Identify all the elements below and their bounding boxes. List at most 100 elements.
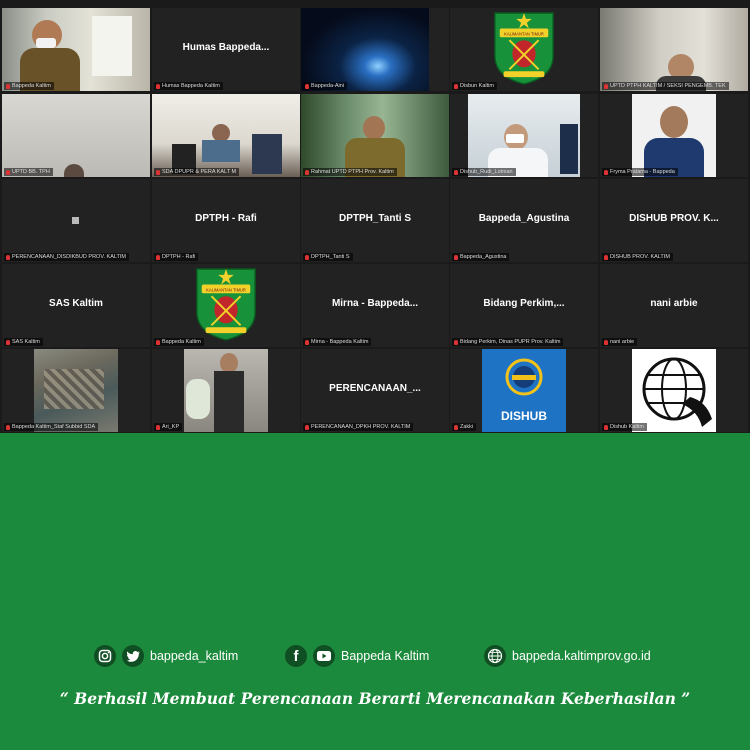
instagram-twitter-handle[interactable]: bappeda_kaltim bbox=[94, 645, 238, 667]
participant-name: UPTD PTPH KALTIM / SEKSI PENGEMB. TEK bbox=[610, 83, 726, 89]
globe-gear-emblem-icon bbox=[642, 357, 712, 427]
participant-tile[interactable]: DISHUB PROV. K... DISHUB PROV. KALTIM bbox=[600, 179, 748, 262]
muted-mic-icon bbox=[6, 424, 10, 430]
participant-name-label: Dishub Kaltim bbox=[602, 423, 647, 431]
participant-display-name: Bappeda_Agustina bbox=[478, 213, 570, 224]
participant-name: Ari_KP bbox=[162, 424, 180, 430]
participant-name: Bappeda Kaltim_Staf Subbid SDA bbox=[12, 424, 96, 430]
participant-name-label: DPTPH - Rafi bbox=[154, 253, 199, 261]
participant-name: PERENCANAAN_DPKH PROV. KALTIM bbox=[311, 424, 411, 430]
muted-mic-icon bbox=[6, 83, 10, 89]
facebook-icon: f bbox=[285, 645, 307, 667]
muted-mic-icon bbox=[305, 424, 309, 430]
participant-name-label: nani arbie bbox=[602, 338, 638, 346]
participant-name-label: Rahmat UPTD PTPH Prov. Kaltim bbox=[303, 168, 397, 176]
muted-mic-icon bbox=[6, 169, 10, 175]
kaltim-emblem-icon: KALIMANTAN TIMUR bbox=[196, 268, 256, 341]
muted-mic-icon bbox=[604, 254, 608, 260]
participant-tile[interactable]: Bappeda Kaltim bbox=[2, 8, 150, 91]
participant-display-name: SAS Kaltim bbox=[49, 298, 103, 309]
participant-name-label: Fryma Pratama - Bappeda bbox=[602, 168, 678, 176]
participant-name-label: Bidang Perkim, Dinas PUPR Prov. Kaltim bbox=[452, 338, 564, 346]
instagram-handle: bappeda_kaltim bbox=[150, 649, 239, 663]
participant-name-label: SAS Kaltim bbox=[4, 338, 43, 346]
participant-name-label: Ari_KP bbox=[154, 423, 183, 431]
participant-tile[interactable]: PERENCANAAN_... PERENCANAAN_DPKH PROV. KA… bbox=[301, 349, 449, 432]
participant-tile[interactable]: Dishub Kaltim bbox=[600, 349, 748, 432]
muted-mic-icon bbox=[604, 169, 608, 175]
muted-mic-icon bbox=[604, 424, 608, 430]
instagram-icon bbox=[94, 645, 116, 667]
participant-tile[interactable]: UPTD BB. TPH bbox=[2, 94, 150, 177]
participant-tile[interactable]: DPTPH - Rafi DPTPH - Rafi bbox=[152, 179, 300, 262]
participant-tile[interactable]: Humas Bappeda... Humas Bappeda Kaltim bbox=[152, 8, 300, 91]
muted-mic-icon bbox=[305, 254, 309, 260]
participant-name: Fryma Pratama - Bappeda bbox=[610, 169, 675, 175]
muted-mic-icon bbox=[156, 339, 160, 345]
placeholder-square bbox=[72, 217, 79, 224]
participant-display-name: DISHUB PROV. K... bbox=[629, 213, 719, 224]
website-link[interactable]: bappeda.kaltimprov.go.id bbox=[484, 645, 651, 667]
participant-name-label: PERENCANAAN_DPKH PROV. KALTIM bbox=[303, 423, 414, 431]
participant-tile[interactable]: Mirna - Bappeda... Mirna - Bappeda Kaltim bbox=[301, 264, 449, 347]
muted-mic-icon bbox=[454, 254, 458, 260]
motto-quote: “ Berhasil Membuat Perencanaan Berarti M… bbox=[59, 689, 691, 708]
participant-tile[interactable]: Bidang Perkim,... Bidang Perkim, Dinas PU… bbox=[450, 264, 598, 347]
participant-tile[interactable]: Bappeda_Agustina Bappeda_Agustina bbox=[450, 179, 598, 262]
participant-name-label: DPTPH_Tanti S bbox=[303, 253, 353, 261]
participant-tile[interactable]: DPTPH_Tanti S DPTPH_Tanti S bbox=[301, 179, 449, 262]
participant-tile[interactable]: Bappeda Kaltim_Staf Subbid SDA bbox=[2, 349, 150, 432]
participant-tile[interactable]: UPTD PTPH KALTIM / SEKSI PENGEMB. TEK bbox=[600, 8, 748, 91]
participant-tile[interactable]: nani arbie nani arbie bbox=[600, 264, 748, 347]
muted-mic-icon bbox=[454, 339, 458, 345]
website-url: bappeda.kaltimprov.go.id bbox=[512, 649, 651, 663]
participant-tile[interactable]: SDA DPUPR & PERA KALT M bbox=[152, 94, 300, 177]
participant-tile[interactable]: Dishub_Rudi_Lotnian bbox=[450, 94, 598, 177]
participant-tile[interactable]: Bappeda-Aini bbox=[301, 8, 449, 91]
participant-name: SAS Kaltim bbox=[12, 339, 40, 345]
participant-tile[interactable]: DISHUB Zakki bbox=[450, 349, 598, 432]
participant-name: nani arbie bbox=[610, 339, 635, 345]
participant-name: Humas Bappeda Kaltim bbox=[162, 83, 220, 89]
participant-tile[interactable]: SAS Kaltim SAS Kaltim bbox=[2, 264, 150, 347]
participant-tile[interactable]: KALIMANTAN TIMUR Disbun Kaltim bbox=[450, 8, 598, 91]
participant-name: Bappeda Kaltim bbox=[162, 339, 201, 345]
participant-name: Disbun Kaltim bbox=[460, 83, 494, 89]
muted-mic-icon bbox=[156, 83, 160, 89]
muted-mic-icon bbox=[454, 169, 458, 175]
participant-name-label: Bappeda Kaltim_Staf Subbid SDA bbox=[4, 423, 99, 431]
participant-name-label: Bappeda Kaltim bbox=[154, 338, 204, 346]
participant-name: Bappeda-Aini bbox=[311, 83, 345, 89]
muted-mic-icon bbox=[305, 169, 309, 175]
dishub-logo-text: DISHUB bbox=[500, 409, 547, 423]
participant-name: DPTPH_Tanti S bbox=[311, 254, 350, 260]
participant-name-label: Disbun Kaltim bbox=[452, 82, 497, 90]
participant-tile[interactable]: Ari_KP bbox=[152, 349, 300, 432]
participant-display-name: Mirna - Bappeda... bbox=[331, 298, 419, 309]
participant-name: DISHUB PROV. KALTIM bbox=[610, 254, 670, 260]
muted-mic-icon bbox=[156, 169, 160, 175]
facebook-youtube-handle[interactable]: f Bappeda Kaltim bbox=[285, 645, 429, 667]
muted-mic-icon bbox=[156, 424, 160, 430]
muted-mic-icon bbox=[604, 83, 608, 89]
participant-name-label: Bappeda Kaltim bbox=[4, 82, 54, 90]
muted-mic-icon bbox=[6, 254, 10, 260]
participant-tile[interactable]: Fryma Pratama - Bappeda bbox=[600, 94, 748, 177]
participant-display-name: DPTPH - Rafi bbox=[195, 213, 257, 224]
participant-name-label: Zakki bbox=[452, 423, 477, 431]
participant-name-label: PERENCANAAN_DISDIKBUD PROV. KALTIM bbox=[4, 253, 130, 261]
participant-name-label: Bappeda_Agustina bbox=[452, 253, 510, 261]
globe-icon bbox=[484, 645, 506, 667]
participant-tile[interactable]: KALIMANTAN TIMUR Bappeda Kaltim bbox=[152, 264, 300, 347]
participant-name: Dishub_Rudi_Lotnian bbox=[460, 169, 513, 175]
participant-tile[interactable]: Rahmat UPTD PTPH Prov. Kaltim bbox=[301, 94, 449, 177]
twitter-icon bbox=[122, 645, 144, 667]
kaltim-banner-text: KALIMANTAN TIMUR bbox=[504, 31, 544, 36]
muted-mic-icon bbox=[6, 339, 10, 345]
youtube-icon bbox=[313, 645, 335, 667]
participant-name: SDA DPUPR & PERA KALT M bbox=[162, 169, 237, 175]
participant-name-label: SDA DPUPR & PERA KALT M bbox=[154, 168, 240, 176]
participant-tile[interactable]: PERENCANAAN_DISDIKBUD PROV. KALTIM bbox=[2, 179, 150, 262]
participant-name-label: DISHUB PROV. KALTIM bbox=[602, 253, 673, 261]
participant-display-name: PERENCANAAN_... bbox=[329, 383, 421, 394]
